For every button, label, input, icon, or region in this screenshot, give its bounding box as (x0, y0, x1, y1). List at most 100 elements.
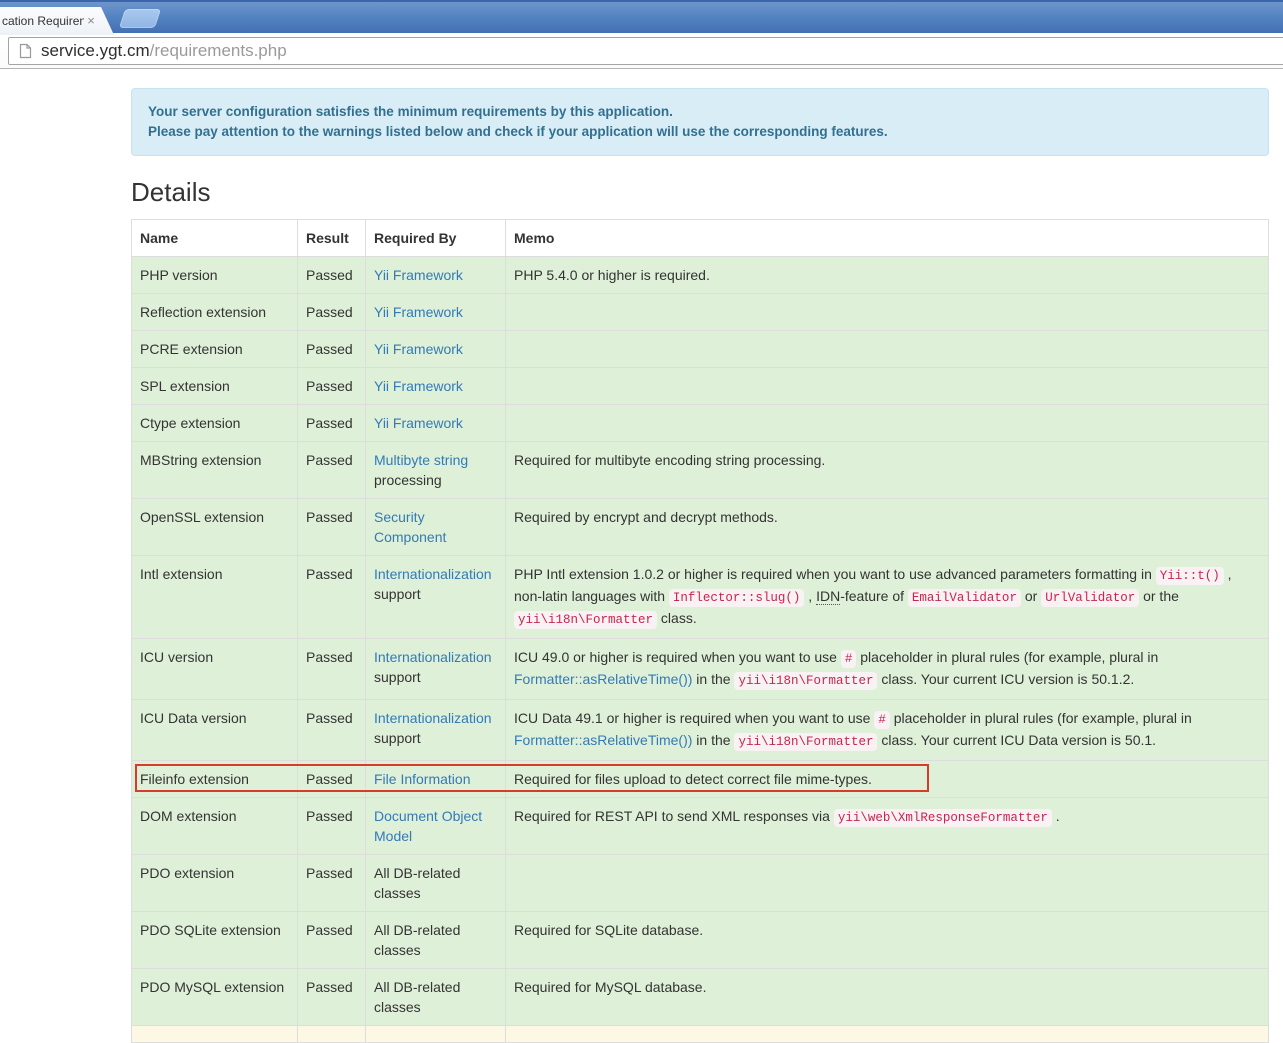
table-row: ICU Data versionPassedInternationalizati… (132, 700, 1269, 761)
requirement-link[interactable]: Yii Framework (374, 267, 463, 283)
cell-required-by: Yii Framework (366, 257, 506, 294)
requirement-link[interactable]: File Information (374, 771, 470, 787)
alert-line-1: Your server configuration satisfies the … (148, 102, 1252, 122)
cell-name: ICU Data version (132, 700, 298, 761)
cell-required-by: All DB-related classes (366, 912, 506, 969)
cell-result: Passed (298, 442, 366, 499)
browser-toolbar: service.ygt.cm/requirements.php (0, 33, 1283, 69)
table-row: PDO extensionPassedAll DB-related classe… (132, 855, 1269, 912)
cell-required-by: Internationalization support (366, 700, 506, 761)
cell-required-by (366, 1026, 506, 1043)
code-snippet: yii\i18n\Formatter (734, 672, 877, 690)
cell-name: PDO extension (132, 855, 298, 912)
cell-memo (506, 1026, 1269, 1043)
cell-required-by: Internationalization support (366, 639, 506, 700)
tab-title: cation Requiren (2, 14, 84, 28)
cell-memo: Required for MySQL database. (506, 969, 1269, 1026)
requirement-link[interactable]: Multibyte string (374, 452, 468, 468)
requirement-link[interactable]: Yii Framework (374, 304, 463, 320)
cell-memo (506, 294, 1269, 331)
cell-required-by: Yii Framework (366, 331, 506, 368)
requirements-table-body: PHP versionPassedYii FrameworkPHP 5.4.0 … (132, 257, 1269, 1043)
table-row: MBString extensionPassedMultibyte string… (132, 442, 1269, 499)
cell-result: Passed (298, 257, 366, 294)
cell-result: Passed (298, 798, 366, 855)
cell-name: DOM extension (132, 798, 298, 855)
cell-result: Passed (298, 639, 366, 700)
table-row: OpenSSL extensionPassedSecurity Componen… (132, 499, 1269, 556)
table-row: PDO SQLite extensionPassedAll DB-related… (132, 912, 1269, 969)
cell-name: PHP version (132, 257, 298, 294)
url-path: /requirements.php (150, 41, 287, 61)
cell-result: Passed (298, 331, 366, 368)
page-content: Your server configuration satisfies the … (131, 69, 1269, 1043)
code-snippet: Yii::t() (1156, 567, 1224, 585)
table-row: DOM extensionPassedDocument Object Model… (132, 798, 1269, 855)
cell-result: Passed (298, 700, 366, 761)
tab-close-icon[interactable]: × (84, 14, 98, 28)
cell-result: Passed (298, 761, 366, 798)
cell-memo: PHP 5.4.0 or higher is required. (506, 257, 1269, 294)
table-row: PDO MySQL extensionPassedAll DB-related … (132, 969, 1269, 1026)
address-bar[interactable]: service.ygt.cm/requirements.php (8, 37, 1283, 65)
cell-memo: Required for multibyte encoding string p… (506, 442, 1269, 499)
requirement-link[interactable]: Security Component (374, 509, 446, 545)
cell-required-by: All DB-related classes (366, 855, 506, 912)
column-header: Name (132, 220, 298, 257)
cell-required-by: File Information (366, 761, 506, 798)
cell-required-by: Multibyte string processing (366, 442, 506, 499)
cell-name (132, 1026, 298, 1043)
code-snippet: yii\i18n\Formatter (514, 611, 657, 629)
table-row: Fileinfo extensionPassed File Information… (132, 761, 1269, 798)
requirement-link[interactable]: Yii Framework (374, 415, 463, 431)
cell-name: PDO SQLite extension (132, 912, 298, 969)
requirement-link[interactable]: Formatter::asRelativeTime()) (514, 671, 692, 687)
requirement-link[interactable]: Internationalization (374, 566, 492, 582)
code-snippet: # (841, 650, 857, 668)
requirement-link[interactable]: Yii Framework (374, 378, 463, 394)
cell-name: SPL extension (132, 368, 298, 405)
table-row: PCRE extensionPassedYii Framework (132, 331, 1269, 368)
new-tab-button[interactable] (119, 9, 161, 28)
table-row: Intl extensionPassedInternationalization… (132, 556, 1269, 639)
cell-memo: Required for REST API to send XML respon… (506, 798, 1269, 855)
requirement-link[interactable]: Formatter::asRelativeTime()) (514, 732, 692, 748)
column-header: Required By (366, 220, 506, 257)
browser-tab[interactable]: cation Requiren × (0, 7, 114, 35)
table-row: Reflection extensionPassedYii Framework (132, 294, 1269, 331)
cell-memo: Required for SQLite database. (506, 912, 1269, 969)
table-row: Ctype extensionPassedYii Framework (132, 405, 1269, 442)
cell-name: MBString extension (132, 442, 298, 499)
requirements-table: NameResultRequired ByMemo PHP versionPas… (131, 219, 1269, 1043)
cell-name: ICU version (132, 639, 298, 700)
cell-result: Passed (298, 368, 366, 405)
cell-memo (506, 405, 1269, 442)
code-snippet: yii\web\XmlResponseFormatter (834, 809, 1052, 827)
abbr-idn: IDN (816, 588, 840, 605)
cell-memo (506, 368, 1269, 405)
cell-name: Ctype extension (132, 405, 298, 442)
cell-required-by: Security Component (366, 499, 506, 556)
requirement-link[interactable]: Document Object Model (374, 808, 482, 844)
code-snippet: UrlValidator (1041, 589, 1139, 607)
table-row: PHP versionPassed Yii Framework PHP 5.4.0 … (132, 257, 1269, 294)
url-host: service.ygt.cm (41, 41, 150, 61)
cell-memo: ICU Data 49.1 or higher is required when… (506, 700, 1269, 761)
cell-memo: PHP Intl extension 1.0.2 or higher is re… (506, 556, 1269, 639)
cell-required-by: All DB-related classes (366, 969, 506, 1026)
requirement-link[interactable]: Yii Framework (374, 341, 463, 357)
cell-memo: Required by encrypt and decrypt methods. (506, 499, 1269, 556)
page-title: Details (131, 177, 1269, 208)
cell-required-by: Yii Framework (366, 368, 506, 405)
requirements-summary-alert: Your server configuration satisfies the … (131, 88, 1269, 156)
alert-line-2: Please pay attention to the warnings lis… (148, 122, 1252, 142)
cell-name: Fileinfo extension (132, 761, 298, 798)
column-header: Result (298, 220, 366, 257)
cell-memo: Required for files upload to detect corr… (506, 761, 1269, 798)
table-row (132, 1026, 1269, 1043)
cell-result (298, 1026, 366, 1043)
cell-required-by: Internationalization support (366, 556, 506, 639)
requirement-link[interactable]: Internationalization (374, 649, 492, 665)
column-header: Memo (506, 220, 1269, 257)
requirement-link[interactable]: Internationalization (374, 710, 492, 726)
